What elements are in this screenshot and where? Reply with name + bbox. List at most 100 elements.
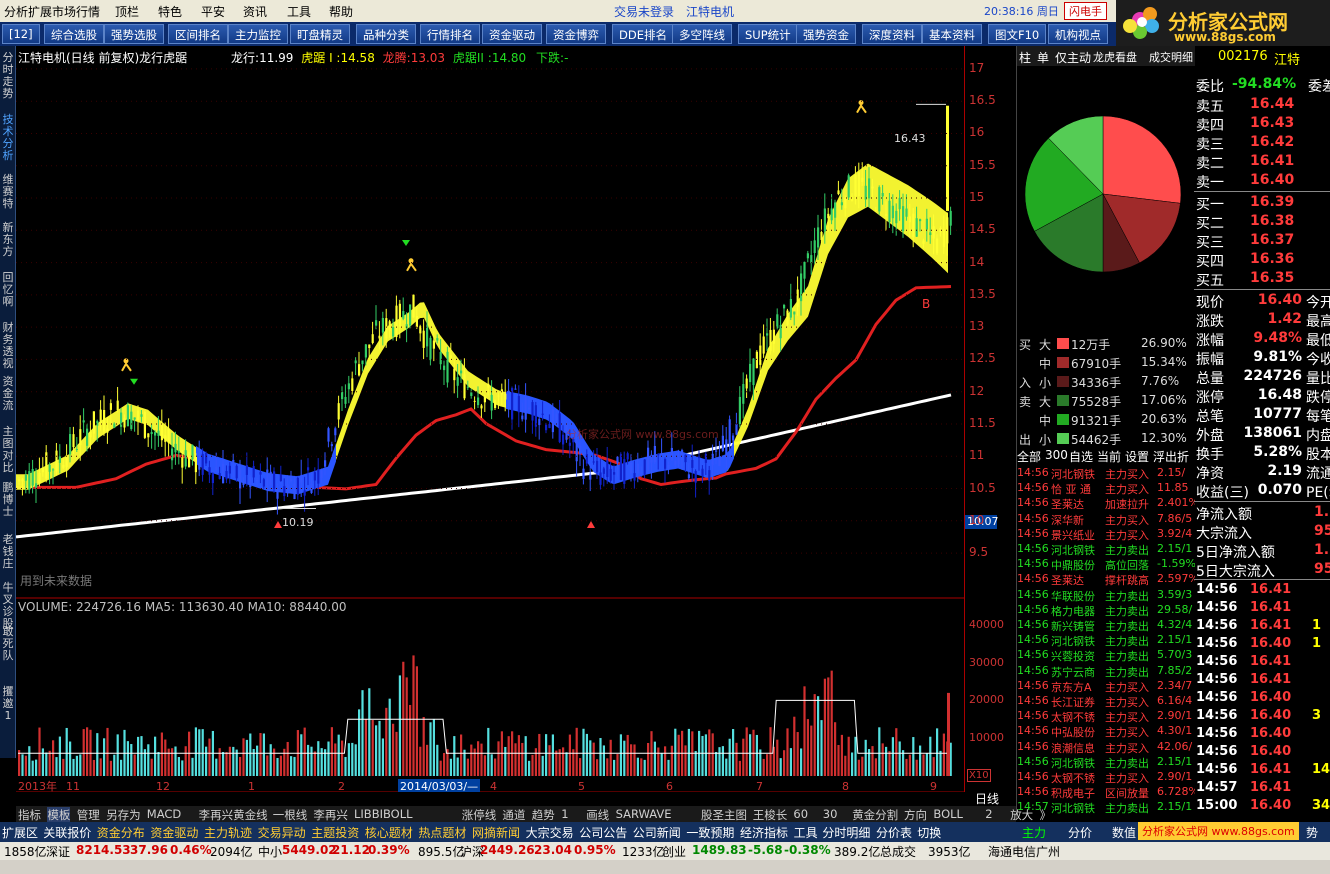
monitor-tab[interactable]: 自选 (1069, 448, 1093, 465)
extended-tab[interactable]: 主题投资 (311, 824, 359, 841)
ad-banner[interactable]: 分析家公式网 www.88gs.com (1138, 822, 1299, 840)
side-tab[interactable]: 技术分析 (0, 114, 16, 162)
menu-topbar[interactable]: 顶栏 (115, 3, 139, 20)
toolbar-button[interactable]: 资金博弈 (546, 24, 606, 44)
side-tab[interactable]: 新东方 (0, 222, 16, 258)
indicator-tab[interactable]: 模板 (47, 807, 71, 823)
extended-tab[interactable]: 资金驱动 (150, 824, 198, 841)
monitor-row[interactable]: 14:56 格力电器 主力卖出 29.58/ (1017, 603, 1195, 618)
extended-tab[interactable]: 切换 (917, 824, 941, 841)
indicator-tab[interactable]: LIBBIBOLL (354, 807, 413, 821)
tab-values[interactable]: 数值 (1112, 824, 1136, 841)
toolbar-button[interactable]: 基本资料 (922, 24, 982, 44)
indicator-tab[interactable]: 黄金分割 (852, 807, 898, 823)
indicator-tab[interactable]: 通道 (502, 807, 525, 823)
tab-trend[interactable]: 势 (1306, 824, 1318, 841)
monitor-row[interactable]: 14:56 长江证券 主力买入 6.16/4 (1017, 694, 1195, 709)
monitor-row[interactable]: 14:56 景兴纸业 主力买入 3.92/4 (1017, 527, 1195, 542)
indicator-tab[interactable]: 涨停线 (462, 807, 497, 823)
monitor-tab[interactable]: 当前 (1097, 448, 1121, 465)
tab-bar[interactable]: 柱 (1019, 49, 1031, 66)
side-tab[interactable]: 回忆啊 (0, 272, 16, 308)
menu-tools[interactable]: 工具 (287, 3, 311, 20)
indicator-tab[interactable]: 指标 (18, 807, 41, 823)
monitor-row[interactable]: 14:56 河北钢铁 主力卖出 2.15/1 (1017, 755, 1195, 770)
side-tab[interactable]: 主图对比 (0, 426, 16, 474)
toolbar-button[interactable]: 图文F10 (988, 24, 1047, 44)
x10-button[interactable]: X10 (967, 769, 991, 782)
tab-dragon-tiger[interactable]: 龙虎看盘 (1093, 49, 1137, 65)
menu-help[interactable]: 帮助 (329, 3, 353, 20)
extended-tab[interactable]: 分时明细 (822, 824, 870, 841)
tab-price-dist[interactable]: 分价 (1068, 824, 1092, 841)
extended-tab[interactable]: 交易异动 (258, 824, 306, 841)
monitor-row[interactable]: 14:56 苏宁云商 主力卖出 7.85/2 (1017, 664, 1195, 679)
side-tab[interactable]: 分时走势 (0, 52, 16, 100)
extended-tab[interactable]: 经济指标 (740, 824, 788, 841)
monitor-row[interactable]: 14:56 恰 亚 通主力买入 11.85 (1017, 481, 1195, 496)
side-tab[interactable]: 财务透视 (0, 322, 16, 370)
extended-tab[interactable]: 公司新闻 (633, 824, 681, 841)
toolbar-button[interactable]: 强势资金 (796, 24, 856, 44)
side-tab[interactable]: 维赛特 (0, 174, 16, 210)
menu-pingan[interactable]: 平安 (201, 3, 225, 20)
toolbar-button[interactable]: 区间排名 (168, 24, 228, 44)
menu-news[interactable]: 资讯 (243, 3, 267, 20)
period-label[interactable]: 日线 (975, 790, 999, 807)
toolbar-button[interactable]: 强势选股 (104, 24, 164, 44)
toolbar-button[interactable]: SUP统计 (738, 24, 798, 44)
indicator-tab[interactable]: 方向 (904, 807, 927, 823)
indicator-tab[interactable]: MACD (147, 807, 181, 821)
monitor-row[interactable]: 14:56 京东方A 主力买入 2.34/7 (1017, 679, 1195, 694)
toolbar-button[interactable]: 行情排名 (420, 24, 480, 44)
toolbar-button[interactable]: 主力监控 (228, 24, 288, 44)
monitor-row[interactable]: 14:56 圣莱达 撑杆跳高 2.597% (1017, 572, 1195, 587)
indicator-tab[interactable]: 60 (793, 807, 808, 821)
side-tab[interactable]: 敢死队 (0, 626, 16, 662)
indicator-tab[interactable]: 1 (561, 807, 568, 821)
indicator-tab[interactable]: 》 (1040, 807, 1052, 823)
tab-main-force[interactable]: 主力 (1022, 824, 1046, 841)
extended-tab[interactable]: 一致预期 (686, 824, 734, 841)
indicator-tab[interactable]: 一根线 (273, 807, 308, 823)
monitor-row[interactable]: 14:56 太钢不锈 主力买入 2.90/1 (1017, 770, 1195, 785)
monitor-tab[interactable]: 全部 (1017, 448, 1041, 465)
indicator-tab[interactable]: 王梭长 (753, 807, 788, 823)
monitor-row[interactable]: 14:56 兴蓉投资 主力卖出 5.70/3 (1017, 648, 1195, 663)
monitor-row[interactable]: 14:56 深华新 主力买入 7.86/5 (1017, 512, 1195, 527)
toolbar-button[interactable]: 资金驱动 (482, 24, 542, 44)
monitor-row[interactable]: 14:56 河北钢铁 主力卖出 2.15/1 (1017, 542, 1195, 557)
side-tab[interactable]: 资金流 (0, 376, 16, 412)
toolbar-button[interactable]: 综合选股 (44, 24, 104, 44)
side-tab[interactable]: 老钱庄 (0, 534, 16, 570)
toolbar-button[interactable]: 盯盘精灵 (290, 24, 350, 44)
extended-tab[interactable]: 大宗交易 (526, 824, 574, 841)
indicator-tab[interactable]: 趋势 (532, 807, 555, 823)
kline-chart[interactable]: B 2013年 11 12 1 2 2014/03/03/— 4 5 6 7 8 9 江特电机(日线 前… (15, 46, 964, 793)
toolbar-button[interactable]: [12] (2, 24, 40, 44)
indicator-tab[interactable]: 放大 (1010, 807, 1033, 823)
monitor-row[interactable]: 14:56 积成电子 区间放量 6.728% (1017, 785, 1195, 800)
toolbar-button[interactable]: 机构视点 (1048, 24, 1108, 44)
tab-single[interactable]: 单 (1037, 49, 1049, 66)
indicator-tab[interactable]: 股圣主图 (701, 807, 747, 823)
monitor-tab[interactable]: 设置 (1125, 448, 1149, 465)
indicator-tab[interactable]: 李再兴黄金线 (199, 807, 268, 823)
toolbar-button[interactable]: DDE排名 (612, 24, 674, 44)
monitor-row[interactable]: 14:56 中弘股份 主力买入 4.30/1 (1017, 724, 1195, 739)
monitor-row[interactable]: 14:56 圣莱达 加速拉升 2.401% (1017, 496, 1195, 511)
menu-analysis[interactable]: 分析 (4, 3, 28, 20)
monitor-tab[interactable]: 300 (1045, 448, 1068, 462)
extended-tab[interactable]: 工具 (794, 824, 818, 841)
flash-trade-button[interactable]: 闪电手 (1064, 2, 1107, 20)
indicator-tab[interactable]: SARWAVE (616, 807, 672, 821)
extended-tab[interactable]: 核心题材 (365, 824, 413, 841)
indicator-tab[interactable]: 2 (985, 807, 992, 821)
extended-tab[interactable]: 分价表 (876, 824, 912, 841)
extended-tab[interactable]: 资金分布 (97, 824, 145, 841)
indicator-tab[interactable]: BOLL (933, 807, 963, 821)
extended-tab[interactable]: 网摘新闻 (472, 824, 520, 841)
extended-tab[interactable]: 主力轨迹 (204, 824, 252, 841)
monitor-row[interactable]: 14:56 新兴铸管 主力卖出 4.32/4 (1017, 618, 1195, 633)
side-tab[interactable]: 牛叉诊股 (0, 582, 16, 630)
